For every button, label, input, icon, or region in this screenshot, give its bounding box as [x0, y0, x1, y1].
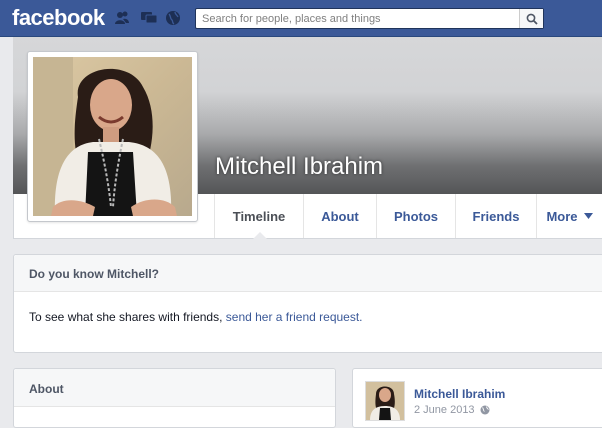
tab-more-label: More — [546, 208, 578, 224]
profile-photo-image — [33, 57, 192, 216]
search-button[interactable] — [519, 9, 543, 28]
post-timestamp[interactable]: 2 June 2013 — [414, 404, 475, 416]
messages-icon[interactable] — [140, 10, 158, 26]
profile-name[interactable]: Mitchell Ibrahim — [215, 153, 383, 181]
send-friend-request-link[interactable]: send her a friend request. — [226, 310, 363, 324]
tab-timeline-label: Timeline — [232, 208, 286, 224]
tab-friends-label: Friends — [472, 208, 520, 224]
facebook-logo[interactable]: facebook — [12, 5, 105, 31]
do-you-know-title: Do you know Mitchell? — [29, 267, 160, 281]
search-icon — [526, 13, 538, 25]
tab-photos[interactable]: Photos — [376, 194, 455, 238]
audience-public-icon[interactable] — [480, 404, 490, 418]
post-author-link[interactable]: Mitchell Ibrahim — [414, 387, 505, 401]
tab-about-label: About — [321, 208, 359, 224]
do-you-know-card: Do you know Mitchell? To see what she sh… — [13, 254, 602, 353]
friend-requests-icon[interactable] — [114, 10, 130, 26]
tab-more[interactable]: More — [536, 194, 602, 238]
chevron-down-icon — [583, 213, 593, 219]
timeline-post-card: Mitchell Ibrahim 2 June 2013 — [352, 368, 602, 428]
avatar-image — [366, 382, 404, 420]
do-you-know-header: Do you know Mitchell? — [14, 255, 602, 292]
about-card-header: About — [14, 369, 335, 407]
active-tab-indicator — [253, 232, 267, 239]
tab-about[interactable]: About — [303, 194, 376, 238]
search-input[interactable] — [196, 9, 516, 28]
about-card-title: About — [29, 382, 64, 396]
avatar[interactable] — [365, 381, 405, 421]
search-box — [195, 8, 544, 29]
tab-friends[interactable]: Friends — [455, 194, 536, 238]
profile-picture[interactable] — [27, 51, 198, 222]
notifications-globe-icon[interactable] — [165, 10, 181, 26]
about-card: About — [13, 368, 336, 428]
do-you-know-text: To see what she shares with friends, — [29, 310, 226, 324]
top-navigation-bar: facebook — [0, 0, 602, 37]
tab-photos-label: Photos — [393, 208, 439, 224]
do-you-know-body: To see what she shares with friends, sen… — [29, 310, 363, 324]
